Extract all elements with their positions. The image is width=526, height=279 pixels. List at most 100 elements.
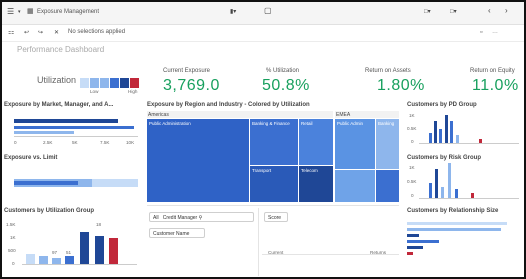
kpi-label: Current Exposure	[163, 68, 211, 74]
bar[interactable]	[407, 246, 423, 249]
previous-sheet-icon[interactable]: ‹	[488, 6, 491, 16]
smart-search-icon[interactable]: ⚏	[8, 28, 14, 38]
legend-swatch	[90, 78, 99, 88]
exposure-region-treemap[interactable]: Americas EMEA Public Administration Bank…	[147, 111, 399, 202]
kpi-label: % Utilization	[266, 68, 300, 74]
treemap-cell[interactable]: Telecom	[299, 166, 333, 202]
legend-swatch	[80, 78, 89, 88]
x-tick: 0	[14, 140, 17, 145]
bar[interactable]	[407, 240, 439, 243]
bar[interactable]	[448, 163, 451, 198]
bar[interactable]	[80, 232, 89, 264]
filter-pane[interactable]: All Credit Manager ⚲	[149, 212, 254, 222]
bookmark-icon[interactable]: ▢	[264, 6, 272, 16]
kpi-value: 3,769.0	[163, 77, 220, 94]
x-tick: 2.5K	[43, 140, 53, 145]
bar[interactable]	[455, 189, 458, 198]
divider	[258, 208, 259, 276]
app-tab-label[interactable]: Exposure Management	[37, 9, 99, 15]
bar[interactable]	[429, 183, 432, 198]
filter-all[interactable]: All	[153, 215, 159, 221]
sheet-title: Performance Dashboard	[17, 45, 105, 54]
bar[interactable]	[95, 236, 104, 264]
bookmarks-icon[interactable]: ▫	[480, 28, 482, 38]
bar[interactable]	[439, 129, 442, 143]
column-current[interactable]: Current	[268, 250, 283, 255]
chevron-down-icon[interactable]: ▾	[18, 7, 21, 17]
bar[interactable]	[407, 228, 501, 231]
back-icon[interactable]: ↩	[24, 28, 29, 38]
chart-icon[interactable]: ▮▾	[230, 7, 236, 17]
exposure-market-chart[interactable]: 0 2.5K 5K 7.5K 10K	[14, 117, 138, 147]
bar[interactable]	[471, 193, 474, 198]
bar[interactable]	[456, 135, 459, 143]
bar[interactable]	[450, 121, 453, 143]
legend-high: High	[128, 89, 138, 94]
top-toolbar: ☰ ▾ ▦ Exposure Management ▮▾ ▢ □▾ □▾ ‹ ›	[2, 2, 524, 25]
legend-swatch	[100, 78, 109, 88]
treemap-cell[interactable]: Transport	[250, 166, 298, 202]
bar[interactable]	[26, 254, 35, 264]
bar[interactable]	[39, 256, 48, 264]
legend-low: Low	[90, 89, 99, 94]
treemap-cell[interactable]: Public Administration	[147, 119, 249, 202]
bar[interactable]	[435, 169, 438, 198]
edit-icon[interactable]: □▾	[424, 7, 431, 17]
bar[interactable]	[441, 187, 444, 198]
customers-pd-chart[interactable]: 1K 0.5K 0	[405, 111, 523, 151]
bookmarks-label[interactable]: …	[492, 29, 498, 35]
menu-icon[interactable]: ☰	[7, 7, 14, 17]
bar[interactable]	[429, 133, 432, 143]
treemap-cell[interactable]: Banking	[376, 119, 399, 169]
bar[interactable]	[407, 252, 413, 255]
bar[interactable]	[14, 119, 118, 123]
bar[interactable]	[407, 222, 507, 225]
selections-status: No selections applied	[68, 29, 126, 35]
bar[interactable]	[109, 238, 118, 264]
kpi-value: 1.80%	[377, 77, 425, 94]
bar[interactable]	[479, 139, 482, 143]
score-label[interactable]: Score	[268, 215, 281, 221]
kpi-value: 50.8%	[262, 77, 310, 94]
clear-selections-icon[interactable]: ✕	[54, 28, 59, 38]
treemap-cell[interactable]	[376, 170, 399, 202]
bar[interactable]	[445, 115, 448, 143]
x-axis	[22, 264, 137, 265]
y-tick: 0	[12, 261, 15, 266]
search-icon[interactable]: ⚲	[199, 215, 203, 221]
y-tick: 1.5K	[6, 222, 16, 227]
forward-icon[interactable]: ↪	[38, 28, 43, 38]
filter-credit-manager[interactable]: Credit Manager	[163, 215, 197, 221]
y-tick: 1K	[409, 113, 415, 118]
treemap-group-header: EMEA	[335, 111, 399, 118]
filter-customer-name-label[interactable]: Customer Name	[153, 231, 189, 237]
treemap-cell[interactable]: Banking & Finance	[250, 119, 298, 165]
bar[interactable]	[52, 258, 61, 264]
x-axis	[14, 136, 138, 137]
customers-util-chart[interactable]: 1.5K 1K 500 0 97 51 18	[4, 218, 140, 274]
sheets-icon[interactable]: □▾	[450, 7, 457, 17]
treemap-cell[interactable]: Retail	[299, 119, 333, 165]
panel-title-customers-rel: Customers by Relationship Size	[407, 208, 499, 214]
bar[interactable]	[14, 126, 134, 129]
panel-title-exposure-region: Exposure by Region and Industry - Colore…	[147, 102, 310, 108]
customers-risk-chart[interactable]: 1K 0.5K 0	[405, 163, 523, 205]
filter-customer-name[interactable]: Customer Name	[149, 228, 205, 238]
bar[interactable]	[14, 131, 74, 134]
next-sheet-icon[interactable]: ›	[505, 6, 508, 16]
column-returns[interactable]: Returns	[370, 250, 386, 255]
data-label: 18	[96, 222, 102, 227]
bar[interactable]	[407, 234, 419, 237]
x-tick: 10K	[126, 140, 135, 145]
bar[interactable]	[434, 121, 437, 143]
x-tick: 5K	[72, 140, 78, 145]
panel-title-exposure-market: Exposure by Market, Manager, and A...	[4, 102, 114, 108]
legend-swatch	[110, 78, 119, 88]
exposure-bar[interactable]	[14, 181, 78, 185]
score-selector[interactable]: Score	[264, 212, 288, 222]
treemap-cell[interactable]	[335, 170, 375, 202]
treemap-cell[interactable]: Public Admin	[335, 119, 375, 169]
exposure-limit-bullet[interactable]	[14, 179, 138, 187]
customers-rel-chart[interactable]	[405, 218, 523, 274]
bar[interactable]	[65, 256, 74, 264]
